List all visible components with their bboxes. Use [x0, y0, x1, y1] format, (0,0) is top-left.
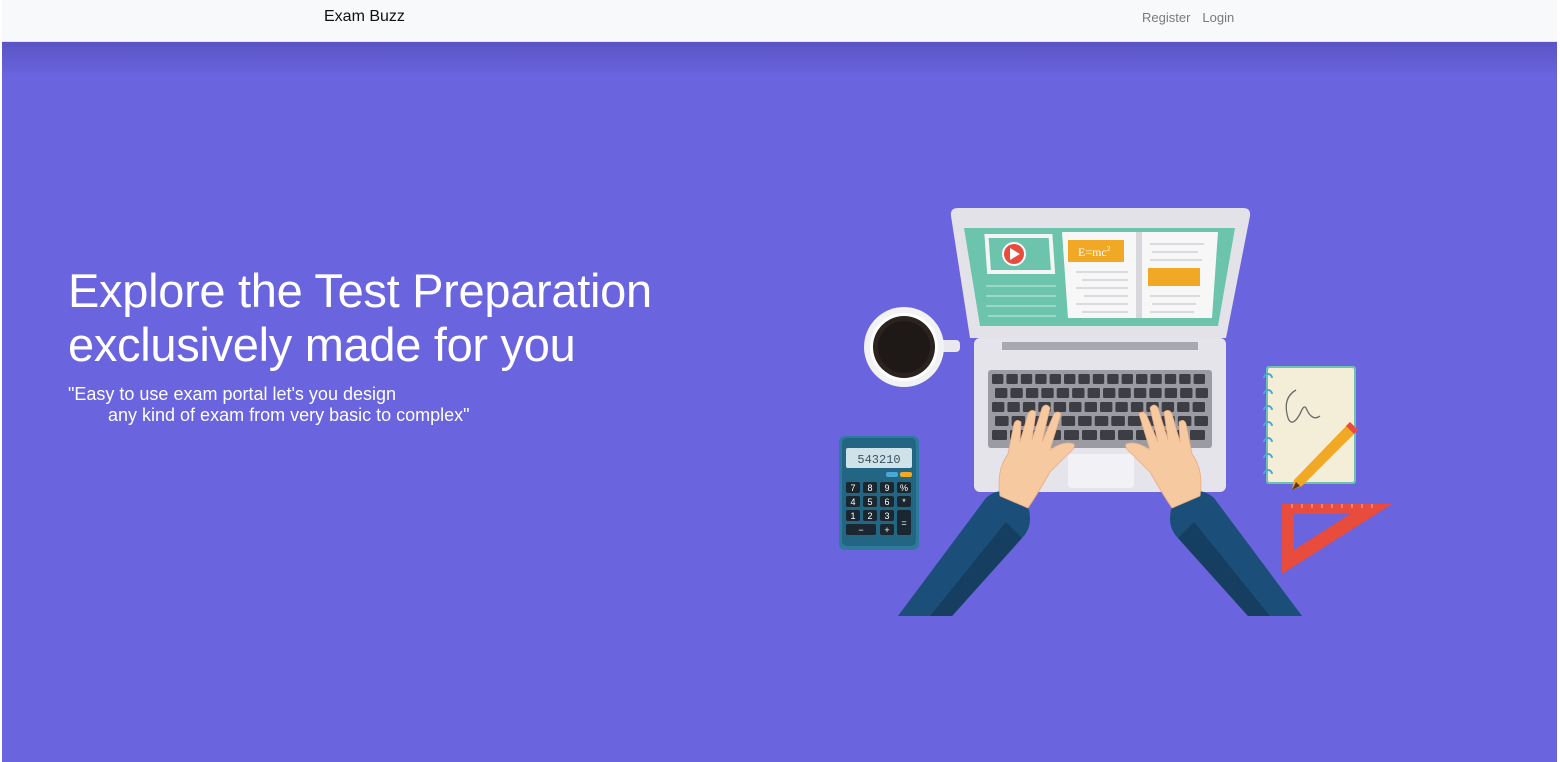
- keyboard-key: [1087, 388, 1100, 398]
- page: Exam Buzz Register Login Explore the Tes…: [0, 0, 1560, 762]
- keyboard-key: [1118, 388, 1131, 398]
- calculator-key-label: =: [901, 518, 906, 528]
- keyboard-key: [1041, 388, 1054, 398]
- brand-link[interactable]: Exam Buzz: [324, 8, 405, 26]
- keyboard-key: [1164, 374, 1177, 384]
- keyboard-key: [1107, 374, 1119, 384]
- keyboard-key: [992, 402, 1005, 412]
- keyboard-key: [1111, 416, 1125, 426]
- keyboard-key: [995, 416, 1009, 426]
- keyboard-key: [1127, 416, 1142, 426]
- hero-title: Explore the Test Preparation exclusively…: [68, 264, 768, 372]
- calculator-display: 543210: [857, 453, 900, 467]
- keyboard-key: [1072, 388, 1085, 398]
- keyboard-key: [1020, 374, 1033, 384]
- keyboard-key: [995, 388, 1008, 398]
- calculator-key-label: 3: [884, 511, 889, 521]
- open-book-icon: E=mc2: [1062, 232, 1218, 318]
- nav-links: Register Login: [1136, 10, 1240, 25]
- register-link[interactable]: Register: [1136, 10, 1196, 25]
- keyboard-key: [1100, 430, 1115, 440]
- keyboard-key: [1082, 430, 1097, 440]
- calculator-key-label: 8: [867, 483, 872, 493]
- hero-title-line-1: Explore the Test Preparation: [68, 264, 652, 317]
- calculator-key-label: 7: [850, 483, 855, 493]
- keyboard-key: [1195, 388, 1208, 398]
- keyboard-key: [1092, 374, 1105, 384]
- login-link[interactable]: Login: [1196, 10, 1240, 25]
- keyboard-key: [992, 374, 1004, 384]
- keyboard-key: [1078, 374, 1090, 384]
- keyboard-key: [1010, 388, 1023, 398]
- hero-quote-line-2: any kind of exam from very basic to comp…: [108, 405, 470, 425]
- hero-quote: "Easy to use exam portal let's you desig…: [68, 384, 470, 426]
- keyboard-key: [1194, 416, 1208, 426]
- calculator-key-label: %: [900, 483, 908, 493]
- keyboard-key: [1064, 374, 1076, 384]
- notebook-icon: [1263, 366, 1358, 490]
- calculator-key-label: 1: [850, 511, 855, 521]
- keyboard-key: [1177, 402, 1190, 412]
- calculator-key-label: 4: [850, 497, 855, 507]
- keyboard-key: [1084, 402, 1097, 412]
- page-edge-left: [0, 0, 2, 762]
- calculator-key-label: +: [884, 525, 889, 535]
- arms-illustration: [898, 490, 1302, 616]
- coffee-cup-icon: [864, 307, 960, 387]
- keyboard-key: [1192, 402, 1205, 412]
- keyboard-key: [1149, 388, 1162, 398]
- keyboard-key: [1049, 374, 1061, 384]
- navbar: Exam Buzz Register Login: [2, 0, 1557, 42]
- keyboard-key: [1064, 430, 1079, 440]
- keyboard-key: [1053, 402, 1067, 412]
- calculator-key-label: *: [902, 497, 906, 507]
- keyboard-key: [992, 430, 1007, 440]
- keyboard-key: [1130, 402, 1144, 412]
- keyboard-key: [1094, 416, 1109, 426]
- keyboard-key: [1150, 374, 1162, 384]
- set-square-icon: [1282, 504, 1392, 574]
- keyboard-key: [1136, 374, 1148, 384]
- keyboard-key: [1180, 388, 1193, 398]
- calculator-key-label: 6: [884, 497, 889, 507]
- keyboard-key: [1115, 402, 1128, 412]
- keyboard-key: [1190, 430, 1205, 440]
- keyboard-key: [1056, 388, 1070, 398]
- navbar-shadow: [2, 42, 1557, 76]
- video-play-icon: [984, 234, 1056, 274]
- keyboard-key: [1193, 374, 1205, 384]
- keyboard-key: [1100, 402, 1113, 412]
- keyboard-key: [1133, 388, 1147, 398]
- keyboard-key: [1025, 388, 1039, 398]
- keyboard-key: [1164, 388, 1178, 398]
- keyboard-key: [1103, 388, 1116, 398]
- laptop-screen: E=mc2: [950, 208, 1251, 338]
- hero-title-line-2: exclusively made for you: [68, 318, 576, 371]
- calculator-icon: 543210 7 8 9 % 4 5 6 * 1 2 3 − + =: [839, 436, 919, 550]
- keyboard-key: [1007, 402, 1020, 412]
- keyboard-key: [1179, 374, 1191, 384]
- calculator-key-label: 9: [884, 483, 889, 493]
- keyboard-key: [1069, 402, 1082, 412]
- keyboard-key: [1118, 430, 1133, 440]
- calculator-key-label: 2: [867, 511, 872, 521]
- hero-illustration: E=mc2 543210 7 8 9 %4 5 6 *1 2 3− +=: [839, 208, 1392, 616]
- keyboard-key: [1061, 416, 1076, 426]
- hero-quote-line-1: "Easy to use exam portal let's you desig…: [68, 384, 396, 404]
- keyboard-key: [1035, 374, 1047, 384]
- calculator-key-label: 5: [867, 497, 872, 507]
- calculator-key-label: −: [858, 525, 863, 535]
- keyboard-key: [1006, 374, 1018, 384]
- keyboard-key: [1121, 374, 1133, 384]
- keyboard-key: [1078, 416, 1092, 426]
- formula-text: E=mc2: [1078, 245, 1111, 259]
